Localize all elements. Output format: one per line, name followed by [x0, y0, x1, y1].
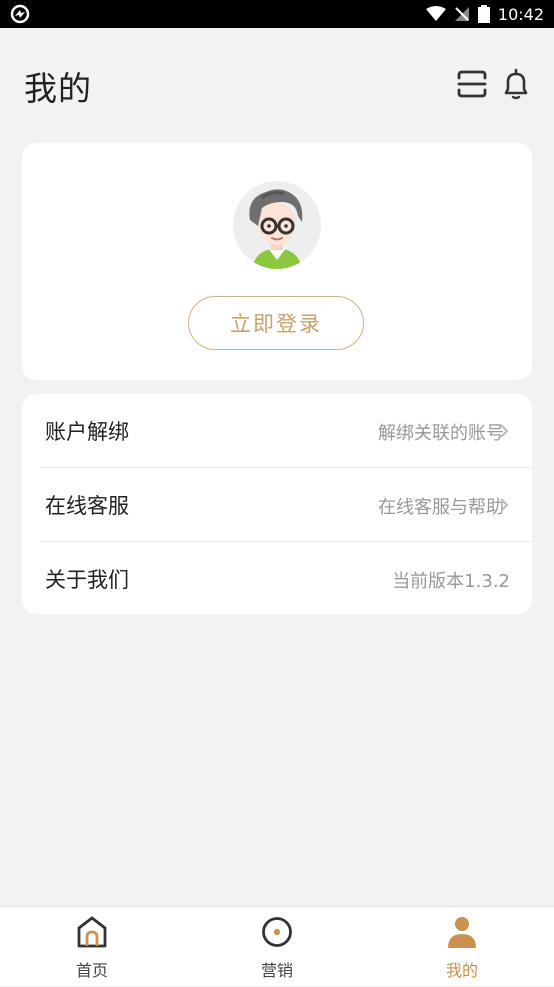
wifi-icon — [425, 6, 446, 21]
page-header: 我的 — [0, 28, 554, 138]
tab-marketing[interactable]: 营销 — [217, 907, 337, 987]
menu-item-online-service[interactable]: 在线客服 在线客服与帮助 — [22, 468, 532, 541]
menu-item-subtitle: 解绑关联的账号 — [378, 423, 504, 444]
menu-item-about-us[interactable]: 关于我们 当前版本1.3.2 — [22, 542, 532, 615]
bell-icon[interactable] — [500, 68, 532, 100]
tab-label: 我的 — [445, 961, 478, 980]
version-text: 当前版本1.3.2 — [392, 571, 510, 592]
tab-home[interactable]: 首页 — [32, 907, 152, 987]
chevron-right-icon — [500, 424, 509, 438]
status-bar: 10:42 — [0, 0, 554, 28]
settings-menu: 账户解绑 解绑关联的账号 在线客服 在线客服与帮助 关于我们 当前版本1.3.2 — [22, 394, 532, 614]
menu-item-subtitle: 在线客服与帮助 — [378, 497, 504, 518]
profile-icon — [448, 917, 476, 948]
compass-icon — [262, 917, 292, 947]
home-icon — [77, 916, 107, 948]
menu-item-label: 账户解绑 — [45, 420, 129, 444]
profile-card: 立即登录 — [22, 143, 532, 380]
page-title: 我的 — [24, 69, 92, 108]
no-signal-icon — [454, 7, 469, 21]
tab-label: 首页 — [75, 961, 108, 980]
app-notification-icon — [10, 4, 30, 24]
tab-label: 营销 — [260, 961, 293, 980]
login-button[interactable]: 立即登录 — [188, 296, 364, 350]
chevron-right-icon — [500, 498, 509, 512]
menu-item-label: 在线客服 — [45, 494, 129, 518]
tab-mine[interactable]: 我的 — [402, 907, 522, 987]
menu-item-label: 关于我们 — [45, 568, 129, 592]
avatar[interactable] — [232, 180, 322, 270]
scan-icon[interactable] — [456, 68, 488, 100]
menu-item-unbind-account[interactable]: 账户解绑 解绑关联的账号 — [22, 394, 532, 467]
battery-icon — [477, 5, 490, 23]
bottom-tab-bar: 首页 营销 我的 — [0, 906, 554, 986]
status-time: 10:42 — [497, 4, 544, 24]
